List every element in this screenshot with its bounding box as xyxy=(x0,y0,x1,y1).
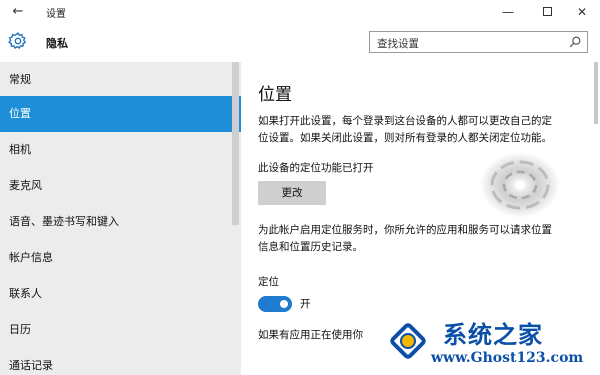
minimize-icon: — xyxy=(502,5,514,19)
gear-icon xyxy=(8,32,27,50)
sidebar-item-call-history[interactable]: 通话记录 xyxy=(0,348,241,375)
search-placeholder: 查找设置 xyxy=(377,38,419,50)
sidebar-item-calendar[interactable]: 日历 xyxy=(0,312,241,348)
minimize-button[interactable]: — xyxy=(492,0,524,24)
section-title: 位置 xyxy=(258,85,292,105)
search-input[interactable]: 查找设置 xyxy=(369,31,588,53)
maximize-icon xyxy=(542,7,552,16)
close-icon: ✕ xyxy=(576,5,588,19)
watermark-url: www.Ghost123.com xyxy=(431,350,584,366)
sidebar-item-location[interactable]: 位置 xyxy=(0,96,241,132)
watermark-brand: 系统之家 xyxy=(443,320,543,349)
apps-using-location-text: 如果有应用正在使用你 xyxy=(258,329,363,341)
settings-header: 隐私 查找设置 xyxy=(0,24,600,62)
close-button[interactable]: ✕ xyxy=(566,0,598,24)
back-button[interactable]: ← xyxy=(8,3,28,21)
sidebar-item-camera[interactable]: 相机 xyxy=(0,132,241,168)
sidebar-item-account-info[interactable]: 帐户信息 xyxy=(0,240,241,276)
window-title: 设置 xyxy=(46,9,66,20)
watermark: 系统之家 www.Ghost123.com xyxy=(373,306,600,375)
back-arrow-icon: ← xyxy=(12,4,24,19)
device-location-status: 此设备的定位功能已打开 xyxy=(258,162,374,174)
description-paragraph-2: 为此帐户启用定位服务时，你所允许的应用和服务可以请求位置 信息和位置历史记录。 xyxy=(258,224,552,253)
description-paragraph-1: 如果打开此设置，每个登录到这台设备的人都可以更改自己的定 位设置。如果关闭此设置… xyxy=(258,115,552,144)
sidebar-item-general[interactable]: 常规 xyxy=(0,62,241,98)
maximize-button[interactable] xyxy=(531,0,563,24)
change-button[interactable]: 更改 xyxy=(258,181,326,205)
sidebar: 常规 位置 相机 麦克风 语音、墨迹书写和键入 帐户信息 联系人 日历 通话记录 xyxy=(0,62,241,375)
toggle-knob xyxy=(280,300,288,308)
sidebar-item-microphone[interactable]: 麦克风 xyxy=(0,168,241,204)
sidebar-scrollbar[interactable] xyxy=(232,62,239,225)
location-toggle[interactable] xyxy=(258,296,292,312)
search-icon[interactable] xyxy=(568,35,582,49)
toggle-state-label: 开 xyxy=(300,298,311,310)
location-label: 定位 xyxy=(258,276,279,288)
sidebar-item-speech-inking-typing[interactable]: 语音、墨迹书写和键入 xyxy=(0,204,241,240)
sidebar-item-contacts[interactable]: 联系人 xyxy=(0,276,241,312)
loading-swirl-graphic xyxy=(480,152,560,218)
content-scrollbar[interactable] xyxy=(594,62,598,124)
watermark-logo xyxy=(387,320,429,362)
title-bar: ← 设置 — ✕ xyxy=(0,0,600,24)
page-title: 隐私 xyxy=(46,37,68,50)
